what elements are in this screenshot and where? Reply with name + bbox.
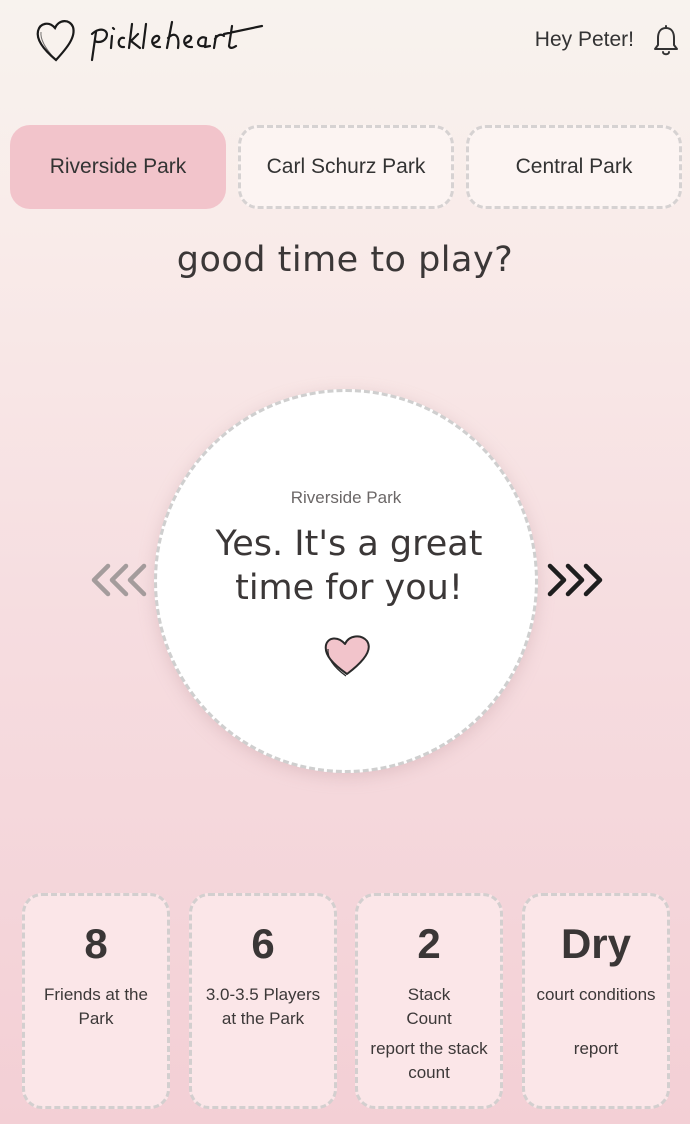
- park-tabs: Riverside Park Carl Schurz Park Central …: [10, 125, 682, 209]
- card-value: 6: [251, 920, 275, 967]
- level-players-card[interactable]: 6 3.0-3.5 Players at the Park: [189, 893, 337, 1109]
- report-conditions-link[interactable]: report: [533, 1037, 659, 1061]
- status-message: Yes. It's a great time for you!: [215, 524, 483, 608]
- tab-riverside-park[interactable]: Riverside Park: [10, 125, 226, 209]
- app-header: Hey Peter!: [0, 0, 690, 84]
- status-circle: Riverside Park Yes. It's a great time fo…: [154, 389, 538, 773]
- stack-count-card[interactable]: 2 Stack Count report the stack count: [355, 893, 503, 1109]
- user-greeting: Hey Peter!: [534, 28, 634, 51]
- pickleheart-logo[interactable]: [34, 14, 266, 68]
- card-label: Stack Count: [406, 985, 452, 1028]
- page-question: good time to play?: [176, 240, 514, 280]
- heart-icon: [324, 635, 370, 677]
- bell-icon[interactable]: [652, 24, 680, 58]
- card-value: 2: [417, 920, 441, 967]
- status-park-name: Riverside Park: [290, 488, 402, 507]
- friends-at-park-card[interactable]: 8 Friends at the Park: [22, 893, 170, 1109]
- card-label: 3.0-3.5 Players at the Park: [205, 985, 321, 1028]
- tab-carl-schurz-park[interactable]: Carl Schurz Park: [238, 125, 454, 209]
- chevrons-right-icon[interactable]: [542, 556, 608, 604]
- card-value: 8: [84, 920, 108, 967]
- card-value: Dry: [560, 920, 632, 967]
- report-stack-count-link[interactable]: report the stack count: [366, 1037, 492, 1085]
- card-label: court conditions: [536, 985, 656, 1004]
- chevrons-left-icon[interactable]: [86, 556, 152, 604]
- card-label: Friends at the Park: [44, 985, 148, 1028]
- court-conditions-card[interactable]: Dry court conditions report: [522, 893, 670, 1109]
- tab-central-park[interactable]: Central Park: [466, 125, 682, 209]
